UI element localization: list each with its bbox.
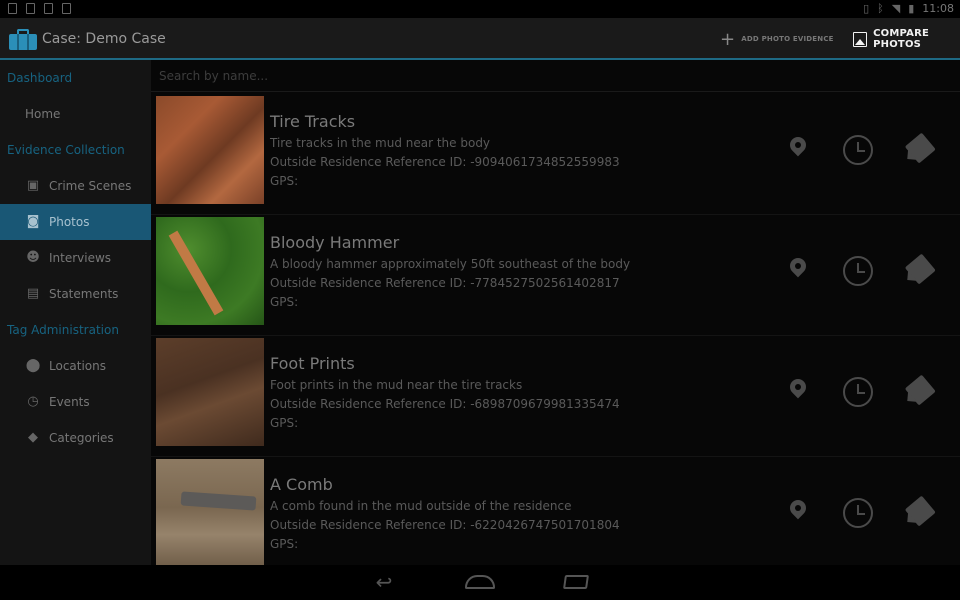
compare-photos-label: COMPARE PHOTOS [873,28,929,50]
tag-icon: ◆ [28,430,38,445]
wifi-icon: ◥ [891,2,901,15]
add-photo-evidence-button[interactable]: + ADD PHOTO EVIDENCE [720,18,834,60]
battery-icon: ▮ [908,2,915,15]
image-icon: ▣ [26,178,40,193]
photo-reference: Outside Residence Reference ID: -6220426… [270,518,620,532]
back-icon[interactable]: ↩ [368,570,400,594]
photo-title: Tire Tracks [270,112,356,131]
photo-title: A Comb [270,475,333,494]
location-pin-icon[interactable] [782,376,814,408]
image-icon [62,3,71,14]
sidebar-item-categories[interactable]: ◆ Categories [0,420,151,456]
sidebar-item-label: Events [49,395,90,409]
search-input[interactable]: Search by name... [151,60,960,92]
case-title: Case: Demo Case [42,31,166,47]
sidebar: Dashboard Home Evidence Collection ▣ Cri… [0,60,151,565]
navigation-bar: ↩ [0,565,960,600]
vibrate-icon: ▯ [863,2,870,15]
camera-icon: ◙ [26,214,40,229]
sidebar-item-label: Home [25,107,61,121]
sidebar-item-label: Interviews [49,251,112,265]
list-item[interactable]: A Comb A comb found in the mud outside o… [151,457,960,578]
tag-icon[interactable] [902,255,934,287]
status-time: 11:08 [922,2,954,15]
sidebar-item-label: Photos [49,215,90,229]
plus-icon: + [720,28,736,50]
photo-reference: Outside Residence Reference ID: -6898709… [270,397,620,411]
photo-thumbnail[interactable] [156,338,264,446]
home-icon[interactable] [464,570,496,594]
photo-reference: Outside Residence Reference ID: -7784527… [270,276,620,290]
tag-icon[interactable] [902,376,934,408]
image-icon [44,3,53,14]
tag-icon[interactable] [902,497,934,529]
sidebar-item-label: Locations [49,359,107,373]
document-icon: ▤ [26,286,40,301]
clock-icon[interactable] [842,134,874,166]
photo-thumbnail[interactable] [156,217,264,325]
sidebar-item-events[interactable]: ◷ Events [0,384,151,420]
photo-icon [853,31,868,47]
clock-icon[interactable] [842,255,874,287]
sidebar-item-label: Categories [49,431,114,445]
photo-gps: GPS: [270,416,299,430]
list-item[interactable]: Foot Prints Foot prints in the mud near … [151,336,960,457]
photo-gps: GPS: [270,537,299,551]
action-bar: Case: Demo Case + ADD PHOTO EVIDENCE COM… [0,18,960,60]
sidebar-item-home[interactable]: Home [0,96,151,132]
bluetooth-icon: ᛒ [877,2,884,15]
people-icon: ☻ [26,250,40,265]
location-pin-icon: ⬤ [25,358,41,373]
photo-description: Foot prints in the mud near the tire tra… [270,378,523,392]
notification-icons [8,3,71,14]
photo-thumbnail[interactable] [156,459,264,567]
location-pin-icon[interactable] [782,497,814,529]
clock-icon[interactable] [842,376,874,408]
add-photo-evidence-label: ADD PHOTO EVIDENCE [741,35,834,43]
storage-icon [26,3,35,14]
photo-reference: Outside Residence Reference ID: -9094061… [270,155,620,169]
sidebar-header-dashboard: Dashboard [7,71,73,85]
notification-icon [8,3,17,14]
sidebar-header-evidence: Evidence Collection [7,143,125,157]
photo-description: A comb found in the mud outside of the r… [270,499,572,513]
photo-list: Tire Tracks Tire tracks in the mud near … [151,94,960,578]
location-pin-icon[interactable] [782,255,814,287]
list-item[interactable]: Tire Tracks Tire tracks in the mud near … [151,94,960,215]
list-item[interactable]: Bloody Hammer A bloody hammer approximat… [151,215,960,336]
status-bar: ▯ ᛒ ◥ ▮ 11:08 [0,0,960,18]
recent-apps-icon[interactable] [560,570,592,594]
sidebar-item-locations[interactable]: ⬤ Locations [0,348,151,384]
photo-title: Bloody Hammer [270,233,400,252]
briefcase-icon[interactable] [9,28,37,50]
clock-icon: ◷ [27,394,39,409]
photo-gps: GPS: [270,295,299,309]
clock-icon[interactable] [842,497,874,529]
sidebar-item-statements[interactable]: ▤ Statements [0,276,151,312]
photo-description: A bloody hammer approximately 50ft south… [270,257,631,271]
sidebar-item-label: Statements [49,287,119,301]
sidebar-item-photos[interactable]: ◙ Photos [0,204,151,240]
location-pin-icon[interactable] [782,134,814,166]
photo-title: Foot Prints [270,354,355,373]
tag-icon[interactable] [902,134,934,166]
photo-gps: GPS: [270,174,299,188]
photo-thumbnail[interactable] [156,96,264,204]
sidebar-item-label: Crime Scenes [49,179,132,193]
sidebar-item-interviews[interactable]: ☻ Interviews [0,240,151,276]
compare-photos-button[interactable]: COMPARE PHOTOS [853,18,960,60]
main-content: Search by name... Tire Tracks Tire track… [151,60,960,578]
sidebar-header-tag-admin: Tag Administration [7,323,119,337]
sidebar-item-crime-scenes[interactable]: ▣ Crime Scenes [0,168,151,204]
photo-description: Tire tracks in the mud near the body [270,136,491,150]
